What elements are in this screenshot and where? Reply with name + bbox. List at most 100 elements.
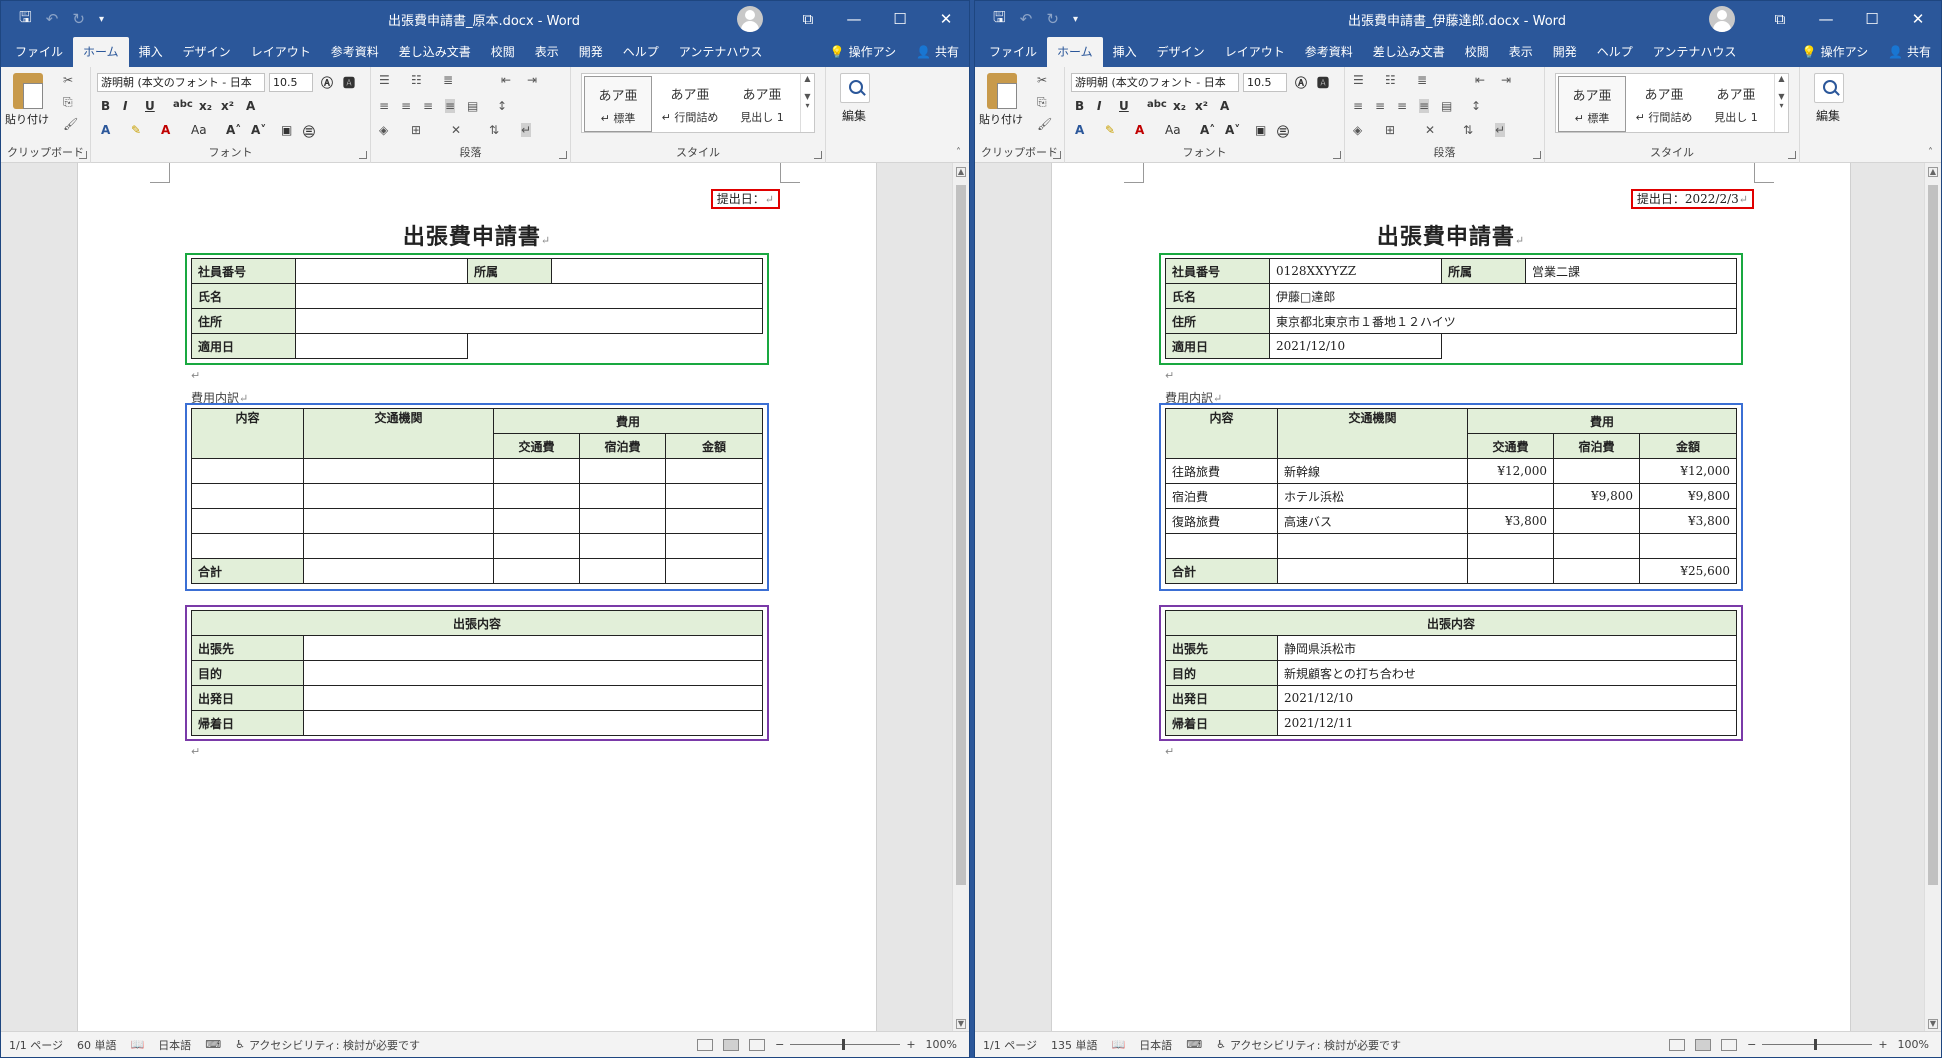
expense-lodging-cell[interactable] bbox=[579, 508, 666, 534]
change-case-icon[interactable]: Aa bbox=[191, 123, 207, 137]
clear-format-icon[interactable]: Ⓐ bbox=[321, 74, 333, 91]
expense-lodging-cell[interactable] bbox=[1553, 533, 1640, 559]
expense-amount-cell[interactable]: ¥3,800 bbox=[1639, 508, 1737, 534]
expense-amount-cell[interactable] bbox=[1639, 533, 1737, 559]
char-shading-icon[interactable]: ▣ bbox=[1255, 123, 1266, 137]
align-left-icon[interactable]: ≡ bbox=[379, 99, 389, 113]
zoom-level[interactable]: 100% bbox=[926, 1038, 957, 1051]
total-amount-cell[interactable]: ¥25,600 bbox=[1639, 558, 1737, 584]
align-right-icon[interactable]: ≡ bbox=[423, 99, 433, 113]
document-page[interactable]: 提出日：↵ 出張費申請書↵ 社員番号 所属 氏名 住所 適用日 ↵ 費用内訳↵ … bbox=[77, 163, 877, 1033]
expense-content-cell[interactable] bbox=[191, 533, 304, 559]
web-layout-icon[interactable] bbox=[749, 1038, 766, 1051]
expense-fare-cell[interactable]: ¥3,800 bbox=[1467, 508, 1554, 534]
justify-icon[interactable]: ≡ bbox=[1419, 99, 1430, 113]
grow-font-icon[interactable]: A˄ bbox=[1200, 123, 1215, 137]
dialog-launcher-icon[interactable] bbox=[559, 151, 567, 159]
minimize-icon[interactable]: — bbox=[831, 1, 877, 37]
line-spacing-icon[interactable]: ↕ bbox=[1471, 99, 1481, 113]
scroll-down-icon[interactable]: ▼ bbox=[1928, 1019, 1938, 1029]
tab-item[interactable]: 参考資料 bbox=[321, 37, 389, 67]
paste-icon[interactable] bbox=[13, 73, 43, 109]
distributed-icon[interactable]: ▤ bbox=[1441, 99, 1452, 113]
style-tile[interactable]: あア亜 ↵ 標準 bbox=[584, 76, 652, 132]
word-count[interactable]: 60 単語 bbox=[77, 1037, 117, 1053]
vertical-scrollbar[interactable]: ▲ ▼ bbox=[1924, 163, 1941, 1033]
tab-item[interactable]: デザイン bbox=[1147, 37, 1215, 67]
expense-content-cell[interactable] bbox=[191, 458, 304, 484]
char-shading-icon[interactable]: ▣ bbox=[281, 123, 292, 137]
expense-fare-cell[interactable] bbox=[1467, 483, 1554, 509]
borders-icon[interactable]: ⊞ bbox=[411, 123, 421, 137]
share-button[interactable]: 👤 共有 bbox=[1878, 37, 1941, 67]
expense-content-cell[interactable]: 復路旅費 bbox=[1165, 508, 1278, 534]
customize-icon[interactable]: ▾ bbox=[99, 14, 104, 25]
tell-me-box[interactable]: 💡 操作アシ bbox=[820, 37, 906, 67]
style-tile[interactable]: あア亜 見出し 1 bbox=[1702, 76, 1770, 132]
emp-no-cell[interactable]: 0128XXYYZZ bbox=[1269, 258, 1442, 284]
tab-item[interactable]: ファイル bbox=[5, 37, 73, 67]
bold-icon[interactable]: B bbox=[101, 99, 110, 113]
tab-item[interactable]: ファイル bbox=[979, 37, 1047, 67]
tab-item[interactable]: 開発 bbox=[1543, 37, 1587, 67]
tab-item[interactable]: 校閲 bbox=[1455, 37, 1499, 67]
copy-icon[interactable]: ⎘ bbox=[63, 95, 73, 110]
expense-lodging-cell[interactable]: ¥9,800 bbox=[1553, 483, 1640, 509]
text-effects-icon[interactable]: A bbox=[1075, 123, 1084, 137]
return-date-cell[interactable]: 2021/12/11 bbox=[1277, 710, 1737, 736]
language[interactable]: 日本語 bbox=[158, 1037, 191, 1053]
zoom-in-icon[interactable]: + bbox=[906, 1038, 915, 1051]
text-effect-icon[interactable]: A bbox=[1220, 99, 1229, 113]
expense-transport-cell[interactable]: 高速バス bbox=[1277, 508, 1468, 534]
apply-date-cell[interactable] bbox=[295, 333, 468, 359]
dialog-launcher-icon[interactable] bbox=[1333, 151, 1341, 159]
bullets-icon[interactable]: ☰ bbox=[379, 73, 390, 87]
save-icon[interactable]: 🖫 bbox=[19, 7, 32, 32]
scroll-thumb[interactable] bbox=[1928, 185, 1938, 885]
page-count[interactable]: 1/1 ページ bbox=[983, 1037, 1037, 1053]
enclose-char-icon[interactable]: ㊂ bbox=[303, 123, 315, 140]
depart-date-cell[interactable]: 2021/12/10 bbox=[1277, 685, 1737, 711]
ribbon-display-icon[interactable]: ⧉ bbox=[785, 1, 831, 37]
page-count[interactable]: 1/1 ページ bbox=[9, 1037, 63, 1053]
search-icon[interactable] bbox=[1814, 73, 1844, 103]
char-border-icon[interactable]: 🅰 bbox=[1317, 74, 1329, 91]
align-center-icon[interactable]: ≡ bbox=[401, 99, 411, 113]
proofing-icon[interactable]: 📖 bbox=[1111, 1038, 1125, 1051]
close-icon[interactable]: ✕ bbox=[1895, 1, 1941, 37]
bold-icon[interactable]: B bbox=[1075, 99, 1084, 113]
expense-fare-cell[interactable]: ¥12,000 bbox=[1467, 458, 1554, 484]
undo-icon[interactable]: ↶ bbox=[1020, 10, 1033, 28]
dept-cell[interactable]: 営業二課 bbox=[1525, 258, 1737, 284]
expense-transport-cell[interactable]: 新幹線 bbox=[1277, 458, 1468, 484]
expense-fare-cell[interactable] bbox=[493, 458, 580, 484]
expense-fare-cell[interactable] bbox=[493, 483, 580, 509]
style-tile[interactable]: あア亜 ↵ 行間詰め bbox=[1630, 76, 1698, 132]
style-tile[interactable]: あア亜 見出し 1 bbox=[728, 76, 796, 132]
sort-icon[interactable]: ⇅ bbox=[489, 123, 499, 137]
subscript-icon[interactable]: x₂ bbox=[1173, 99, 1186, 113]
expense-transport-cell[interactable] bbox=[303, 483, 494, 509]
shading-icon[interactable]: ◈ bbox=[1353, 123, 1362, 137]
line-spacing-icon[interactable]: ↕ bbox=[497, 99, 507, 113]
paste-button[interactable]: 貼り付け bbox=[979, 111, 1023, 127]
language[interactable]: 日本語 bbox=[1139, 1037, 1172, 1053]
strikethrough-icon[interactable]: abc bbox=[1147, 99, 1167, 110]
increase-indent-icon[interactable]: ⇥ bbox=[527, 73, 537, 87]
minimize-icon[interactable]: — bbox=[1803, 1, 1849, 37]
tab-item[interactable]: 開発 bbox=[569, 37, 613, 67]
tab-item[interactable]: ヘルプ bbox=[613, 37, 669, 67]
tab-item[interactable]: レイアウト bbox=[1215, 37, 1295, 67]
tab-item[interactable]: 校閲 bbox=[481, 37, 525, 67]
tab-item[interactable]: ホーム bbox=[1047, 37, 1103, 67]
total-transport-cell[interactable] bbox=[303, 558, 494, 584]
total-fare-cell[interactable] bbox=[493, 558, 580, 584]
web-layout-icon[interactable] bbox=[1721, 1038, 1738, 1051]
grow-font-icon[interactable]: A˄ bbox=[226, 123, 241, 137]
paste-icon[interactable] bbox=[987, 73, 1017, 109]
decrease-indent-icon[interactable]: ⇤ bbox=[501, 73, 511, 87]
zoom-level[interactable]: 100% bbox=[1898, 1038, 1929, 1051]
zoom-slider[interactable] bbox=[1762, 1039, 1873, 1050]
expense-lodging-cell[interactable] bbox=[579, 533, 666, 559]
total-lodging-cell[interactable] bbox=[1553, 558, 1640, 584]
